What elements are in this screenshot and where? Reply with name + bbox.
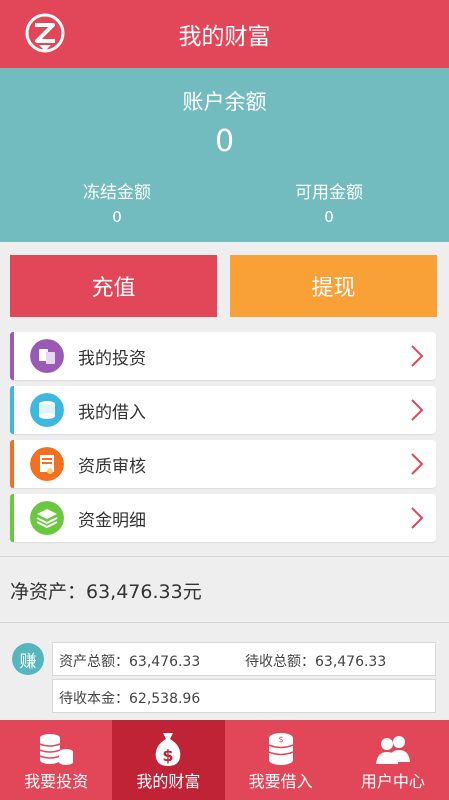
tab-borrow[interactable]: $ 我要借入 bbox=[225, 720, 337, 800]
documents-icon bbox=[30, 339, 64, 373]
tab-wealth[interactable]: $ 我的财富 bbox=[112, 720, 225, 800]
chevron-right-icon bbox=[411, 453, 424, 475]
total-assets: 资产总额：63,476.33 bbox=[59, 654, 201, 670]
accent-bar bbox=[10, 386, 14, 434]
users-icon bbox=[375, 736, 410, 764]
menu-item-investments[interactable]: 我的投资 bbox=[10, 332, 436, 380]
tab-label: 用户中心 bbox=[360, 772, 425, 791]
menu-label: 资质审核 bbox=[78, 456, 146, 477]
principal-receivable: 待收本金：62,538.96 bbox=[59, 691, 201, 707]
app-logo-icon bbox=[25, 13, 65, 53]
tab-label: 我要借入 bbox=[248, 772, 313, 791]
accent-bar bbox=[10, 440, 14, 488]
chevron-right-icon bbox=[411, 345, 424, 367]
available-value: 0 bbox=[324, 208, 334, 226]
tab-invest[interactable]: 我要投资 bbox=[0, 720, 112, 800]
menu-label: 我的投资 bbox=[78, 348, 146, 369]
tab-label: 我要投资 bbox=[24, 772, 89, 791]
svg-text:$: $ bbox=[278, 735, 283, 744]
available-label: 可用金额 bbox=[295, 183, 363, 203]
withdraw-button[interactable]: 提现 bbox=[230, 255, 437, 317]
tab-label: 我的财富 bbox=[136, 772, 201, 791]
balance-label: 账户余额 bbox=[182, 90, 267, 114]
divider bbox=[0, 622, 449, 623]
accent-bar bbox=[10, 332, 14, 380]
stack-icon bbox=[30, 501, 64, 535]
frozen-label: 冻结金额 bbox=[83, 183, 151, 203]
balance-panel: 账户余额 0 冻结金额 0 可用金额 0 bbox=[0, 68, 449, 242]
chevron-right-icon bbox=[411, 399, 424, 421]
total-receivable: 待收总额：63,476.33 bbox=[245, 654, 387, 670]
coin-stack-icon: $ bbox=[268, 733, 293, 765]
menu-item-borrowings[interactable]: 我的借入 bbox=[10, 386, 436, 434]
earn-principal-row: 待收本金：62,538.96 bbox=[52, 679, 436, 713]
page-title: 我的财富 bbox=[178, 24, 271, 50]
svg-text:$: $ bbox=[163, 746, 174, 765]
balance-amount: 0 bbox=[214, 124, 235, 159]
money-bag-icon: $ bbox=[156, 733, 181, 766]
bottom-tab-bar: 我要投资 $ 我的财富 $ 我要借入 用户中心 bbox=[0, 720, 449, 800]
recharge-button[interactable]: 充值 bbox=[10, 255, 217, 317]
divider bbox=[0, 556, 449, 557]
coins-icon bbox=[30, 393, 64, 427]
earn-badge: 赚 bbox=[12, 643, 44, 675]
accent-bar bbox=[10, 494, 14, 542]
menu-label: 资金明细 bbox=[78, 510, 146, 531]
chevron-right-icon bbox=[411, 507, 424, 529]
certificate-icon bbox=[30, 447, 64, 481]
frozen-value: 0 bbox=[112, 208, 122, 226]
coins-stack-icon bbox=[39, 734, 74, 765]
top-header: 我的财富 bbox=[0, 0, 449, 68]
menu-item-qualification[interactable]: 资质审核 bbox=[10, 440, 436, 488]
menu-label: 我的借入 bbox=[78, 402, 146, 423]
menu-item-fund-details[interactable]: 资金明细 bbox=[10, 494, 436, 542]
tab-user-center[interactable]: 用户中心 bbox=[337, 720, 449, 800]
net-assets: 净资产：63,476.33元 bbox=[10, 581, 202, 603]
earn-summary-row: 资产总额：63,476.33 待收总额：63,476.33 bbox=[52, 642, 436, 676]
